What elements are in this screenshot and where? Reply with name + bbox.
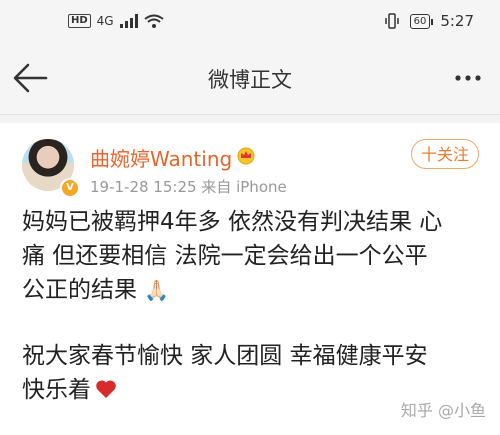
vibrate-icon <box>384 13 399 29</box>
status-time: 5:27 <box>440 12 474 30</box>
follow-button[interactable]: 十关注 <box>411 139 479 169</box>
signal-icon <box>119 14 138 28</box>
hd-indicator: HD <box>68 14 91 28</box>
post-meta: 19-1-28 15:25 来自 iPhone <box>90 176 287 197</box>
post-line: 祝大家春节愉快 家人团圆 幸福健康平安 <box>22 343 428 369</box>
nav-bar: 微博正文 <box>0 44 500 115</box>
verified-badge-icon: V <box>60 178 80 198</box>
weibo-post-card: V 曲婉婷Wanting 19-1-28 15:25 来自 iPhone 十关注… <box>0 123 500 435</box>
post-paragraph-1: 妈妈已被羁押4年多 依然没有判决结果 心 痛 但还要相信 法院一定会给出一个公平… <box>22 205 492 307</box>
more-options-icon[interactable] <box>454 66 482 90</box>
post-line: 痛 但还要相信 法院一定会给出一个公平 <box>22 243 428 269</box>
page-title: 微博正文 <box>208 68 292 92</box>
post-date: 19-1-28 15:25 <box>90 178 197 196</box>
pray-emoji-icon: 🙏🏻 <box>144 278 170 302</box>
status-bar: HD 4G 60 5:27 <box>0 0 500 44</box>
crown-icon <box>237 147 255 165</box>
post-line: 公正的结果 🙏🏻 <box>22 273 492 307</box>
status-right: 60 5:27 <box>384 12 474 30</box>
wifi-icon <box>143 14 164 28</box>
battery-icon: 60 <box>409 13 434 29</box>
status-left: HD 4G <box>68 14 164 28</box>
network-type: 4G <box>96 14 114 28</box>
post-line: 妈妈已被羁押4年多 依然没有判决结果 心 <box>22 209 443 235</box>
heart-emoji-icon <box>96 380 116 398</box>
watermark: 知乎 @小鱼 <box>400 401 486 420</box>
post-source: 来自 iPhone <box>201 178 287 196</box>
post-username[interactable]: 曲婉婷Wanting <box>90 143 232 172</box>
